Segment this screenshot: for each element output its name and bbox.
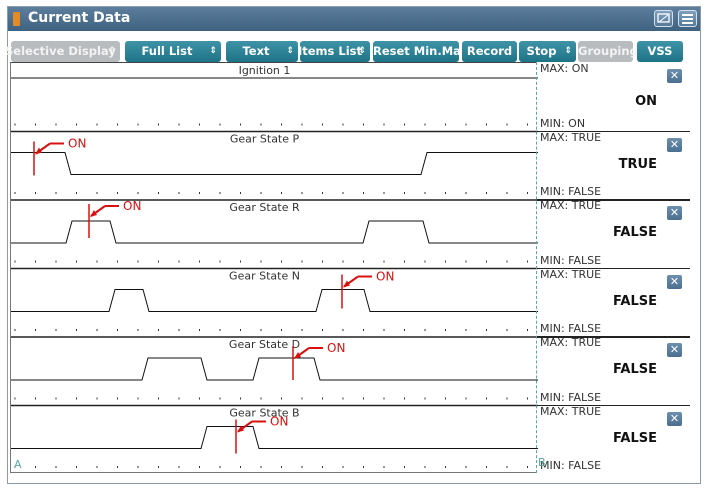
channel-name: Gear State P xyxy=(230,133,300,146)
graph-area[interactable]: Ignition 1 Gear State P ON Gear State R ON Ge… xyxy=(10,62,538,473)
reset-min-max-button[interactable]: Reset Min.Max xyxy=(373,41,468,62)
signal-waveform xyxy=(11,426,538,449)
min-label: MIN: FALSE xyxy=(540,253,602,267)
window-title: Current Data xyxy=(28,10,131,26)
current-value: FALSE xyxy=(613,430,657,446)
marker-label: ON xyxy=(376,270,394,284)
max-label: MAX: TRUE xyxy=(540,404,602,418)
channel-value-box: MAX: ON ON MIN: ON ✕ xyxy=(537,62,692,131)
stop-select[interactable]: Stop ⇕ xyxy=(519,41,576,62)
items-list-select[interactable]: Items List ⇕ xyxy=(298,41,370,62)
signal-waveform xyxy=(11,357,538,381)
channel-name: Gear State B xyxy=(229,407,299,420)
full-list-select[interactable]: Full List ⇕ xyxy=(125,41,221,62)
vss-button[interactable]: VSS xyxy=(637,41,683,62)
channel-name: Gear State D xyxy=(229,338,300,351)
toolbar: Selective Display ⇕ Full List ⇕ Text ⇕ Item… xyxy=(5,32,700,64)
channel-value-box: MAX: TRUE FALSE MIN: FALSE ✕ xyxy=(537,199,692,268)
channel-graph: Gear State P ON xyxy=(11,130,538,194)
channel-graph: Gear State D ON xyxy=(11,336,538,400)
current-value: TRUE xyxy=(618,156,657,172)
channel-graph: Gear State BON xyxy=(11,404,538,468)
min-label: MIN: FALSE xyxy=(540,322,602,335)
min-label: MIN: FALSE xyxy=(540,390,602,404)
text-select[interactable]: Text ⇕ xyxy=(226,41,298,62)
channel-value-box: MAX: TRUE FALSE MIN: FALSE ✕ xyxy=(537,267,692,337)
record-button[interactable]: Record xyxy=(462,41,517,62)
marker-arrow-head xyxy=(343,280,350,288)
current-value: FALSE xyxy=(613,293,657,309)
min-label: MIN: FALSE xyxy=(540,459,602,472)
current-value: ON xyxy=(635,94,657,109)
max-label: MAX: TRUE xyxy=(540,130,602,144)
channel-name: Gear State R xyxy=(229,201,300,214)
retry-icon[interactable] xyxy=(654,10,673,27)
channel-name: Gear State N xyxy=(229,270,300,283)
channel-value-box: MAX: TRUE TRUE MIN: FALSE ✕ xyxy=(537,130,692,200)
title-bar: Current Data xyxy=(8,7,700,31)
max-label: MAX: TRUE xyxy=(540,199,602,212)
app-icon xyxy=(13,12,20,26)
current-value: FALSE xyxy=(613,362,657,377)
menu-icon[interactable] xyxy=(678,10,697,27)
channel-value-box: MAX: TRUE FALSE MIN: FALSE ✕ xyxy=(537,404,692,474)
channel-value-box: MAX: TRUE FALSE MIN: FALSE ✕ xyxy=(537,336,692,405)
max-label: MAX: TRUE xyxy=(540,336,602,349)
channel-graph: Gear State R ON xyxy=(11,199,538,263)
marker-label: ON xyxy=(270,415,288,429)
channel-graph: Ignition 1 xyxy=(11,64,538,126)
remove-channel-button[interactable]: ✕ xyxy=(667,137,682,152)
max-label: MAX: TRUE xyxy=(540,267,602,281)
selective-display-select[interactable]: Selective Display ⇕ xyxy=(5,41,120,62)
value-panel: MAX: ON ON MIN: ON ✕ MAX: TRUE TRUE MIN: FALSE… xyxy=(537,62,692,473)
min-label: MIN: FALSE xyxy=(540,185,602,198)
grouping-button[interactable]: Grouping xyxy=(578,41,638,62)
remove-channel-button[interactable]: ✕ xyxy=(667,274,682,289)
remove-channel-button[interactable]: ✕ xyxy=(667,343,682,357)
graph-canvas: Ignition 1Gear State PONGear State RONGe… xyxy=(11,64,538,471)
max-label: MAX: ON xyxy=(540,62,589,75)
channel-name: Ignition 1 xyxy=(239,64,291,77)
current-value: FALSE xyxy=(613,225,657,240)
marker-label: ON xyxy=(123,199,141,213)
signal-waveform xyxy=(11,220,538,244)
cursor-a-label: A xyxy=(14,458,22,471)
marker-arrow-head xyxy=(90,210,97,217)
channel-graph: Gear State N ON xyxy=(11,267,538,331)
signal-waveform xyxy=(11,289,538,312)
marker-arrow-head xyxy=(35,147,42,155)
marker-label: ON xyxy=(68,137,86,151)
min-label: MIN: ON xyxy=(540,116,586,130)
remove-channel-button[interactable]: ✕ xyxy=(667,206,682,220)
remove-channel-button[interactable]: ✕ xyxy=(667,69,682,83)
signal-waveform xyxy=(11,152,538,175)
cursor-b-label: B xyxy=(538,456,546,469)
marker-label: ON xyxy=(327,341,345,355)
remove-channel-button[interactable]: ✕ xyxy=(667,411,682,426)
